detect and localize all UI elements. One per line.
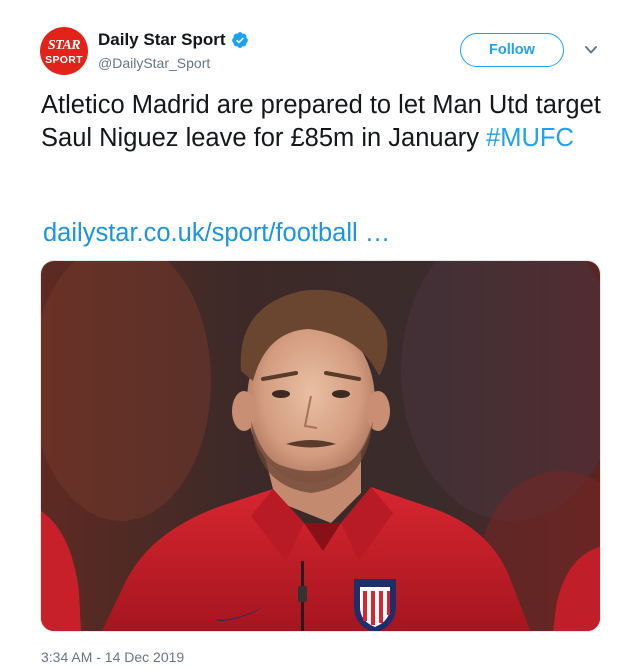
- avatar[interactable]: STAR SPORT: [40, 27, 88, 75]
- player-photo: [41, 261, 600, 631]
- tweet-photo[interactable]: [40, 260, 601, 632]
- tweet-timestamp[interactable]: 3:34 AM - 14 Dec 2019: [41, 649, 184, 665]
- chevron-down-icon[interactable]: [583, 44, 599, 56]
- article-link[interactable]: dailystar.co.uk/sport/football …: [43, 219, 390, 248]
- avatar-logo-sport: SPORT: [45, 53, 83, 66]
- display-name-row[interactable]: Daily Star Sport: [98, 30, 249, 50]
- avatar-logo-star: STAR: [47, 37, 81, 53]
- follow-button[interactable]: Follow: [460, 33, 564, 67]
- display-name[interactable]: Daily Star Sport: [98, 30, 226, 50]
- account-handle[interactable]: @DailyStar_Sport: [98, 55, 210, 71]
- verified-badge-icon: [231, 32, 248, 48]
- tweet-text: Atletico Madrid are prepared to let Man …: [41, 89, 611, 155]
- hashtag-link[interactable]: #MUFC: [486, 124, 574, 152]
